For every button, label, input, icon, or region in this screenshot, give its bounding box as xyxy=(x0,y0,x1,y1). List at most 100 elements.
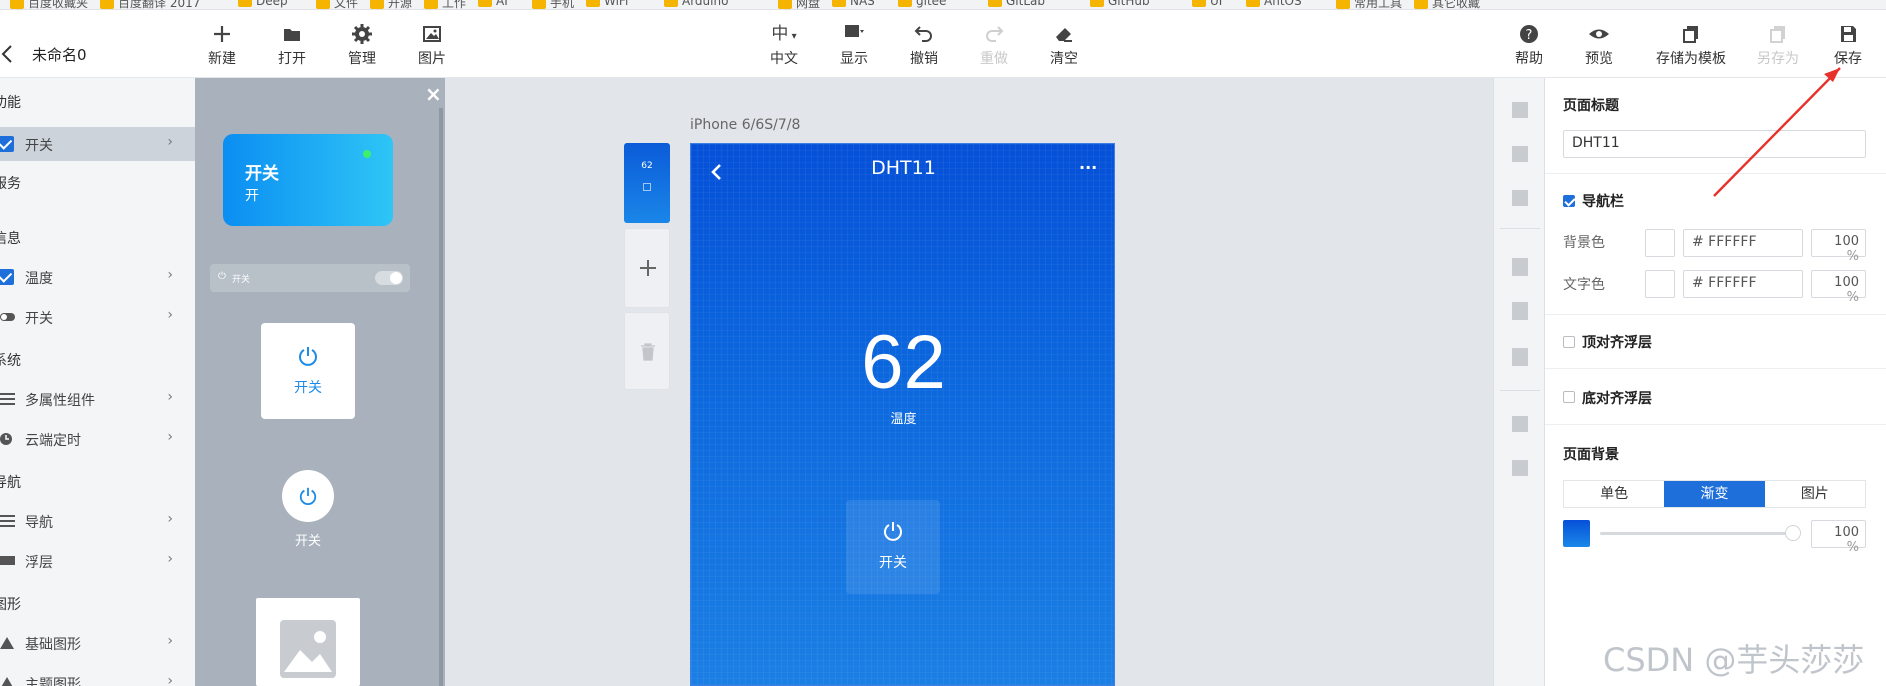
bookmark-item[interactable]: AI xyxy=(478,0,508,8)
sidebar-item-theme-shape[interactable]: 主题图形 › xyxy=(0,666,195,686)
add-page-button[interactable] xyxy=(624,228,670,308)
distribute-h-icon[interactable] xyxy=(1512,416,1528,432)
top-float-checkbox[interactable] xyxy=(1563,336,1575,348)
sidebar-item-temperature[interactable]: 温度 › xyxy=(0,260,195,294)
folder-icon xyxy=(832,0,846,7)
redo-button[interactable]: 重做 xyxy=(964,22,1024,68)
folder-icon xyxy=(424,0,438,9)
distribute-v-icon[interactable] xyxy=(1512,460,1528,476)
undo-button[interactable]: 撤销 xyxy=(894,22,954,68)
top-float-label: 顶对齐浮层 xyxy=(1582,335,1652,351)
page-thumbnail[interactable]: 62 xyxy=(624,143,670,223)
csdn-watermark: CSDN @芋头莎莎 xyxy=(1603,641,1865,679)
toggle-switch[interactable] xyxy=(375,271,403,285)
sidebar-item-navigation[interactable]: 导航 › xyxy=(0,504,195,538)
bookmark-item[interactable]: 百度收藏夹 xyxy=(10,0,88,9)
align-top-icon[interactable] xyxy=(1512,258,1528,276)
bookmark-item[interactable]: GitLab xyxy=(988,0,1045,8)
bookmark-item[interactable]: 网盘 xyxy=(778,0,820,9)
language-button[interactable]: 中 ▾ 中文 xyxy=(754,22,814,68)
help-button[interactable]: ? 帮助 xyxy=(1499,22,1559,68)
back-arrow-icon[interactable] xyxy=(0,44,14,69)
text-color-opacity-input[interactable]: 100 % xyxy=(1811,270,1866,305)
temperature-value: 62 xyxy=(861,320,946,405)
align-bottom-icon[interactable] xyxy=(1512,348,1528,366)
bg-color-swatch[interactable] xyxy=(1645,229,1675,257)
redo-button-label: 重做 xyxy=(980,51,1008,67)
trash-icon xyxy=(641,343,655,361)
sidebar-item-switch-info[interactable]: 开关 › xyxy=(0,300,195,334)
bookmark-item[interactable]: UI xyxy=(1192,0,1222,8)
preview-button[interactable]: 预览 xyxy=(1569,22,1629,68)
sidebar-item-cloud-timer[interactable]: 云端定时 › xyxy=(0,422,195,456)
text-color-hex-input[interactable]: # FFFFFF xyxy=(1683,270,1803,298)
open-button-label: 打开 xyxy=(278,51,306,67)
bookmark-item[interactable]: Deep xyxy=(238,0,288,8)
bookmark-item[interactable]: 常用工具 xyxy=(1336,0,1402,9)
manage-button[interactable]: 管理 xyxy=(332,22,392,68)
image-component[interactable] xyxy=(256,598,360,686)
sidebar-item-float-layer[interactable]: 浮层 › xyxy=(0,544,195,578)
phone-preview[interactable]: DHT11 ··· 62 温度 开关 xyxy=(690,143,1115,686)
chevron-right-icon: › xyxy=(167,134,173,150)
bookmark-item[interactable]: GitHub xyxy=(1090,0,1150,8)
bookmark-item[interactable]: 其它收藏 xyxy=(1414,0,1480,9)
project-name[interactable]: 未命名0 xyxy=(32,44,87,65)
round-switch-component[interactable] xyxy=(282,470,334,522)
bookmark-item[interactable]: AntOS xyxy=(1246,0,1302,8)
clock-icon xyxy=(0,433,14,450)
checkbox-icon xyxy=(0,136,14,152)
component-category-sidebar: 功能 开关 › 服务 信息 温度 › 开关 › 系统 多属性组件 › 云端定时 … xyxy=(0,78,195,686)
slider-handle[interactable] xyxy=(1785,525,1801,541)
display-button[interactable]: 显示 xyxy=(824,22,884,68)
new-button[interactable]: 新建 xyxy=(192,22,252,68)
switch-button-component[interactable]: 开关 xyxy=(261,323,355,419)
palette-scrollbar[interactable] xyxy=(439,108,443,686)
align-middle-v-icon[interactable] xyxy=(1512,302,1528,320)
switch-card-component[interactable]: 开关 开 xyxy=(223,134,393,226)
delete-page-button[interactable] xyxy=(624,312,670,390)
bookmark-item[interactable]: gitee xyxy=(898,0,946,8)
image-placeholder-icon xyxy=(280,620,336,678)
gradient-opacity-slider[interactable] xyxy=(1600,525,1801,541)
bookmark-item[interactable]: Arduino xyxy=(664,0,728,8)
bookmark-item[interactable]: NAS xyxy=(832,0,875,8)
bg-color-opacity-input[interactable]: 100 % xyxy=(1811,229,1866,264)
chevron-right-icon: › xyxy=(167,307,173,323)
tab-image[interactable]: 图片 xyxy=(1765,481,1865,507)
sidebar-item-basic-shape[interactable]: 基础图形 › xyxy=(0,626,195,660)
bookmark-item[interactable]: 开源 xyxy=(370,0,412,9)
bookmark-item[interactable]: 文件 xyxy=(316,0,358,9)
gradient-opacity-input[interactable]: 100 % xyxy=(1811,520,1866,555)
bookmark-item[interactable]: WiFi xyxy=(586,0,628,8)
open-button[interactable]: 打开 xyxy=(262,22,322,68)
phone-switch-button[interactable]: 开关 xyxy=(846,500,940,594)
align-center-h-icon[interactable] xyxy=(1512,146,1528,162)
navbar-checkbox[interactable] xyxy=(1563,195,1575,207)
sidebar-item-multi-attribute[interactable]: 多属性组件 › xyxy=(0,382,195,416)
folder-icon xyxy=(10,0,24,9)
section-title-function: 功能 xyxy=(0,95,21,111)
bookmark-item[interactable]: 工作 xyxy=(424,0,466,9)
align-right-icon[interactable] xyxy=(1512,190,1528,206)
more-icon[interactable]: ··· xyxy=(1079,158,1097,177)
text-color-swatch[interactable] xyxy=(1645,270,1675,298)
clear-button[interactable]: 清空 xyxy=(1034,22,1094,68)
close-icon[interactable]: × xyxy=(425,82,442,106)
bottom-float-checkbox[interactable] xyxy=(1563,391,1575,403)
bg-color-hex-input[interactable]: # FFFFFF xyxy=(1683,229,1803,257)
folder-icon xyxy=(100,0,114,9)
image-button-label: 图片 xyxy=(418,51,446,67)
tab-gradient[interactable]: 渐变 xyxy=(1664,481,1765,507)
sidebar-item-switch[interactable]: 开关 › xyxy=(0,127,195,161)
section-title-info: 信息 xyxy=(0,231,21,247)
tab-solid-color[interactable]: 单色 xyxy=(1564,481,1664,507)
bookmark-item[interactable]: 手机 xyxy=(532,0,574,9)
bookmark-item[interactable]: 百度翻译 2017 xyxy=(100,0,200,9)
align-left-icon[interactable] xyxy=(1512,102,1528,118)
chevron-right-icon: › xyxy=(167,673,173,686)
switch-slider-component[interactable]: ⏻ 开关 xyxy=(210,264,410,292)
image-button[interactable]: 图片 xyxy=(402,22,462,68)
gradient-swatch[interactable] xyxy=(1563,520,1590,547)
copy-disabled-icon xyxy=(1770,26,1785,43)
